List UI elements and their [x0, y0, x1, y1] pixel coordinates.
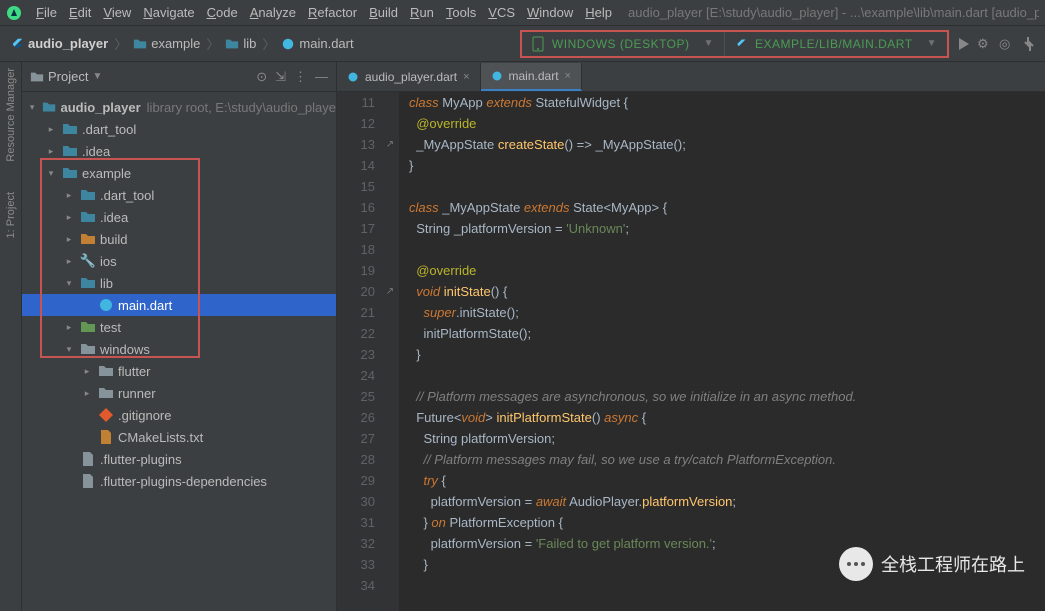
menu-navigate[interactable]: Navigate: [137, 5, 200, 20]
breadcrumb: audio_player 〉 example 〉 lib 〉 main.dart: [10, 34, 354, 53]
highlight-box: [40, 158, 200, 358]
folder-gray-icon: [98, 385, 114, 401]
breadcrumb-sep: 〉: [114, 34, 127, 53]
tree-item-runner[interactable]: ▸runner: [22, 382, 336, 404]
tool-rail-left: Resource Manager 1: Project: [0, 62, 22, 611]
hide-icon[interactable]: —: [315, 69, 328, 85]
tree-item-flutter[interactable]: ▸flutter: [22, 360, 336, 382]
folder-gray-icon: [98, 363, 114, 379]
chevron-down-icon: ▼: [927, 38, 937, 49]
menu-view[interactable]: View: [97, 5, 137, 20]
folder-teal-icon: [62, 143, 78, 159]
tab-audio_player-dart[interactable]: audio_player.dart×: [337, 63, 481, 91]
window-title: audio_player [E:\study\audio_player] - .…: [628, 5, 1039, 20]
breadcrumb-file[interactable]: main.dart: [299, 36, 353, 51]
tree-item--flutter-plugins-dependencies[interactable]: .flutter-plugins-dependencies: [22, 470, 336, 492]
flutter-icon: [735, 37, 747, 51]
android-studio-logo-icon: [6, 5, 22, 21]
close-icon[interactable]: ×: [463, 71, 469, 83]
watermark-text: 全栈工程师在路上: [881, 551, 1025, 577]
close-icon[interactable]: ×: [565, 70, 571, 82]
file-g-icon: [80, 451, 96, 467]
git-icon: [98, 407, 114, 423]
run-icon[interactable]: [955, 36, 971, 52]
line-gutter: 1112131415161718192021222324252627282930…: [337, 92, 381, 611]
folder-icon: [133, 37, 147, 51]
menubar: FileEditViewNavigateCodeAnalyzeRefactorB…: [0, 0, 1045, 26]
hot-reload-icon[interactable]: [1021, 36, 1037, 52]
device-label: WINDOWS (DESKTOP): [552, 37, 690, 51]
project-view-icon: [30, 70, 44, 84]
breadcrumb-root[interactable]: audio_player: [28, 36, 108, 51]
tree-item--flutter-plugins[interactable]: .flutter-plugins: [22, 448, 336, 470]
breadcrumb-example[interactable]: example: [151, 36, 200, 51]
editor-area: audio_player.dart×main.dart× 11121314151…: [337, 62, 1045, 611]
project-title[interactable]: Project: [48, 69, 88, 84]
toolbar: audio_player 〉 example 〉 lib 〉 main.dart…: [0, 26, 1045, 62]
rail-project[interactable]: 1: Project: [5, 192, 17, 238]
menu-run[interactable]: Run: [404, 5, 440, 20]
collapse-icon[interactable]: ⇲: [275, 69, 286, 85]
expand-icon[interactable]: ▸: [44, 124, 58, 135]
rail-resource-manager[interactable]: Resource Manager: [5, 68, 17, 162]
editor-body[interactable]: 1112131415161718192021222324252627282930…: [337, 92, 1045, 611]
expand-icon[interactable]: ▸: [80, 366, 94, 377]
chat-bubble-icon: [839, 547, 873, 581]
folder-teal-icon: [62, 121, 78, 137]
menu-edit[interactable]: Edit: [63, 5, 97, 20]
code-view[interactable]: class MyApp extends StatefulWidget { @ov…: [399, 92, 1045, 611]
menu-code[interactable]: Code: [201, 5, 244, 20]
file-icon: [98, 429, 114, 445]
file-g-icon: [80, 473, 96, 489]
tree-item--dart_tool[interactable]: ▸.dart_tool: [22, 118, 336, 140]
menu-refactor[interactable]: Refactor: [302, 5, 363, 20]
menu-vcs[interactable]: VCS: [482, 5, 521, 20]
debug-icon[interactable]: ⚙: [977, 36, 993, 52]
config-label: EXAMPLE/LIB/MAIN.DART: [755, 37, 913, 51]
project-tree: ▾ audio_player library root, E:\study\au…: [22, 92, 336, 611]
tree-item--gitignore[interactable]: .gitignore: [22, 404, 336, 426]
tab-main-dart[interactable]: main.dart×: [481, 63, 582, 91]
menu-file[interactable]: File: [30, 5, 63, 20]
target-icon[interactable]: ⊙: [256, 69, 267, 85]
menu-tools[interactable]: Tools: [440, 5, 482, 20]
editor-tabs: audio_player.dart×main.dart×: [337, 62, 1045, 92]
expand-icon[interactable]: ▸: [44, 146, 58, 157]
run-config-highlight: WINDOWS (DESKTOP) ▼ EXAMPLE/LIB/MAIN.DAR…: [520, 30, 949, 58]
menu-help[interactable]: Help: [579, 5, 618, 20]
project-panel: Project ▼ ⊙ ⇲ ⋮ — ▾ audio_player library…: [22, 62, 337, 611]
dart-file-icon: [281, 37, 295, 51]
chevron-down-icon: ▼: [704, 38, 714, 49]
profile-icon[interactable]: ◎: [999, 36, 1015, 52]
tree-root[interactable]: ▾ audio_player library root, E:\study\au…: [22, 96, 336, 118]
menu-window[interactable]: Window: [521, 5, 579, 20]
settings-icon[interactable]: ⋮: [294, 69, 307, 85]
watermark: 全栈工程师在路上: [839, 547, 1025, 581]
folder-icon: [225, 37, 239, 51]
phone-icon: [532, 36, 544, 52]
breadcrumb-lib[interactable]: lib: [243, 36, 256, 51]
menu-build[interactable]: Build: [363, 5, 404, 20]
menu-analyze[interactable]: Analyze: [244, 5, 302, 20]
tree-item-CMakeLists-txt[interactable]: CMakeLists.txt: [22, 426, 336, 448]
gutter-marks: ↗↗: [381, 92, 399, 611]
folder-icon: [42, 99, 56, 115]
device-selector[interactable]: WINDOWS (DESKTOP) ▼: [522, 32, 724, 56]
expand-icon[interactable]: ▾: [26, 102, 38, 113]
run-config-selector[interactable]: EXAMPLE/LIB/MAIN.DART ▼: [724, 32, 947, 56]
chevron-down-icon[interactable]: ▼: [92, 71, 102, 82]
flutter-icon: [10, 37, 24, 51]
project-header: Project ▼ ⊙ ⇲ ⋮ —: [22, 62, 336, 92]
expand-icon[interactable]: ▸: [80, 388, 94, 399]
